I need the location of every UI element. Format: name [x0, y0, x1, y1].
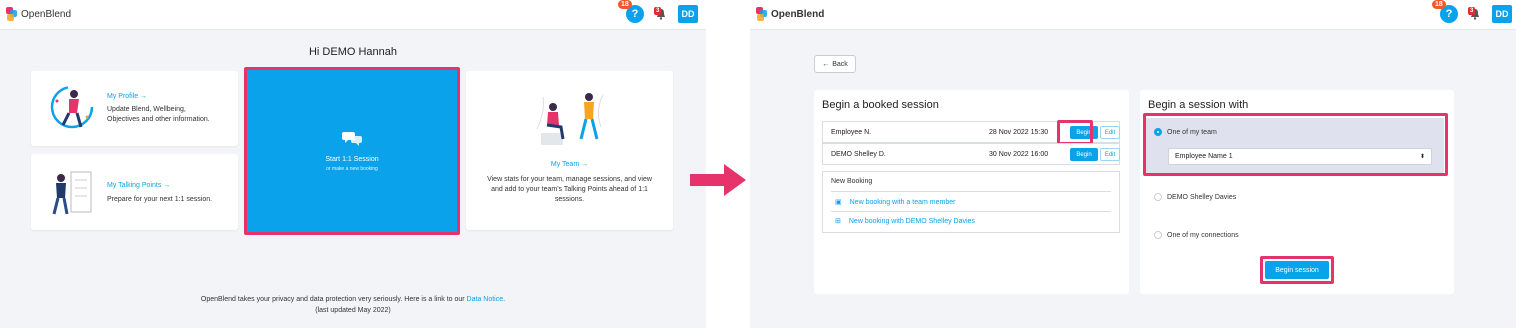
top-icons: ? 18 3 DD [618, 0, 698, 23]
team-illustration-icon [536, 93, 604, 145]
logo-icon [6, 7, 18, 21]
booking-datetime: 30 Nov 2022 16:00 [989, 150, 1049, 158]
option-connections-label: One of my connections [1167, 231, 1239, 239]
highlight-start-session [244, 67, 460, 235]
help-icon[interactable]: ? 18 [618, 0, 644, 23]
greeting: Hi DEMO Hannah [308, 46, 398, 58]
option-connections[interactable]: One of my connections [1154, 231, 1239, 239]
arrow-left-icon: ← [822, 60, 830, 68]
footer-updated: (last updated May 2022) [315, 307, 391, 314]
new-booking-team-link[interactable]: ▣ New booking with a team member [835, 198, 956, 207]
my-team-desc-2: and add to your team's Talking Points ah… [491, 186, 648, 193]
top-icons-right: ? 18 3 DD [1432, 0, 1512, 23]
booking-name: DEMO Shelley D. [831, 150, 886, 158]
new-booking-box: New Booking ▣ New booking with a team me… [822, 171, 1120, 233]
new-booking-shelley-link[interactable]: ⊞ New booking with DEMO Shelley Davies [835, 217, 975, 226]
top-bar-right: OpenBlend ? 18 3 DD [750, 0, 1516, 30]
option-shelley-label: DEMO Shelley Davies [1167, 193, 1237, 201]
my-team-title[interactable]: My Team → [466, 161, 673, 168]
my-profile-desc-2: Objectives and other information. [107, 116, 210, 123]
talking-points-card[interactable]: My Talking Points → Prepare for your nex… [31, 154, 238, 230]
footer-period: . [503, 296, 506, 303]
my-profile-desc-1: Update Blend, Wellbeing, [107, 106, 186, 113]
help-icon[interactable]: ? 18 [1432, 0, 1458, 23]
profile-illustration-icon [50, 85, 94, 129]
radio-unselected[interactable] [1154, 231, 1162, 239]
help-badge: 18 [1432, 0, 1446, 9]
begin-session-with-card: Begin a session with One of my team Empl… [1140, 90, 1454, 294]
back-button[interactable]: ← Back [814, 55, 856, 73]
booked-session-card: Begin a booked session Employee N. 28 No… [814, 90, 1129, 294]
help-badge: 18 [618, 0, 632, 9]
brand-logo-right[interactable]: OpenBlend [756, 7, 824, 21]
transition-arrow-icon [690, 164, 746, 196]
talking-points-title[interactable]: My Talking Points → [107, 182, 170, 189]
talking-points-illustration-icon [52, 171, 92, 215]
session-screen: OpenBlend ? 18 3 DD ← Back Begin a booked… [750, 0, 1516, 328]
logo-icon [756, 7, 768, 21]
brand-name: OpenBlend [771, 8, 825, 20]
highlight-begin-button [1057, 120, 1093, 145]
calendar-icon: ▣ [835, 199, 842, 206]
footer-text: OpenBlend takes your privacy and data pr… [200, 296, 465, 303]
booked-title: Begin a booked session [822, 99, 939, 111]
calendar-plus-icon: ⊞ [835, 218, 841, 225]
begin-button[interactable]: Begin [1070, 148, 1098, 161]
my-profile-title[interactable]: My Profile → [107, 93, 147, 100]
my-team-desc-3: sessions. [554, 196, 585, 203]
highlight-option-team [1143, 113, 1448, 176]
edit-button[interactable]: Edit [1100, 148, 1120, 161]
booking-row: DEMO Shelley D. 30 Nov 2022 16:00 Begin … [822, 143, 1120, 165]
my-team-desc-1: View stats for your team, manage session… [487, 176, 652, 183]
highlight-begin-session [1260, 256, 1334, 284]
bell-icon[interactable]: 3 [1468, 7, 1482, 21]
my-profile-card[interactable]: My Profile → Update Blend, Wellbeing, Ob… [31, 71, 238, 146]
footer: OpenBlend takes your privacy and data pr… [0, 294, 706, 316]
booking-name: Employee N. [831, 128, 872, 136]
data-notice-link[interactable]: Data Notice [467, 296, 504, 303]
bell-icon[interactable]: 3 [654, 7, 668, 21]
talking-points-desc: Prepare for your next 1:1 session. [107, 196, 213, 203]
back-label: Back [832, 60, 848, 68]
booking-datetime: 28 Nov 2022 15:30 [989, 128, 1049, 136]
new-booking-shelley-label: New booking with DEMO Shelley Davies [848, 217, 975, 225]
top-bar: OpenBlend ? 18 3 DD [0, 0, 706, 30]
edit-button[interactable]: Edit [1100, 126, 1120, 139]
home-screen: OpenBlend ? 18 3 DD Hi DEMO Hannah My Pro… [0, 0, 706, 328]
new-booking-team-label: New booking with a team member [849, 198, 956, 206]
option-shelley[interactable]: DEMO Shelley Davies [1154, 193, 1236, 201]
avatar[interactable]: DD [678, 5, 698, 23]
my-team-card[interactable]: My Team → View stats for your team, mana… [466, 71, 673, 230]
avatar[interactable]: DD [1492, 5, 1512, 23]
radio-unselected[interactable] [1154, 193, 1162, 201]
with-title: Begin a session with [1148, 99, 1249, 111]
new-booking-header: New Booking [831, 178, 873, 185]
bell-badge: 3 [1468, 7, 1476, 15]
brand-name: OpenBlend [21, 8, 72, 20]
bell-badge: 3 [654, 7, 662, 15]
brand-logo[interactable]: OpenBlend [6, 7, 71, 21]
